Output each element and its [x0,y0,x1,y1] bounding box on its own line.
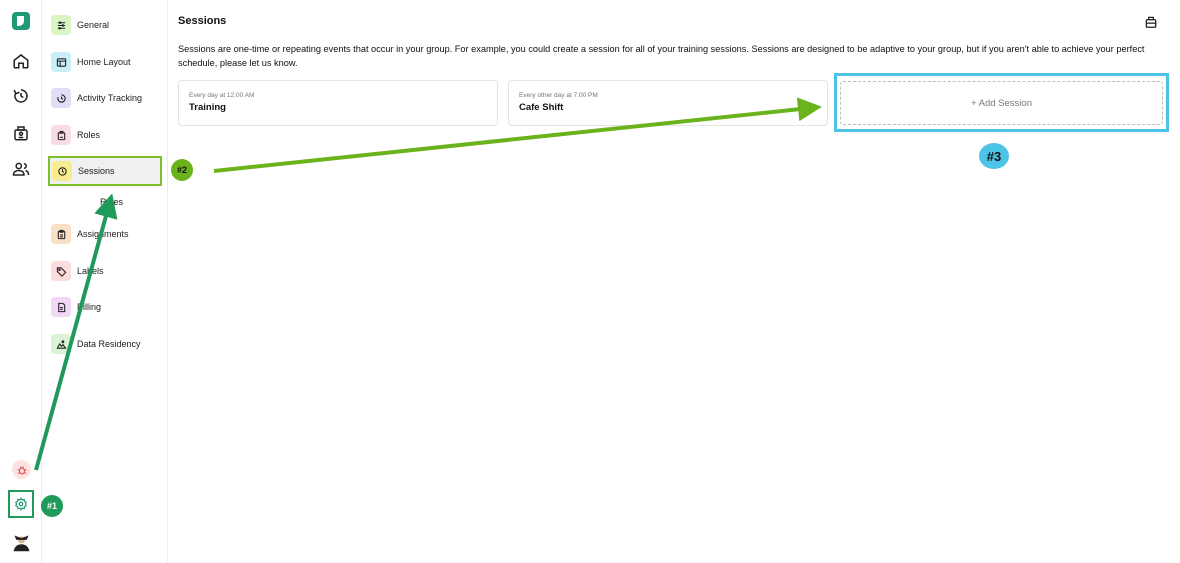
bug-icon[interactable] [12,460,31,479]
nav-subitem-roles[interactable]: Roles [100,197,123,207]
nav-item-roles[interactable]: Roles [51,121,163,149]
add-session-highlight: + Add Session [834,73,1169,132]
session-card[interactable]: Every other day at 7:00 PM Cafe Shift [508,80,828,126]
clock-icon [52,161,72,181]
nav-item-data-residency[interactable]: Data Residency [51,330,163,358]
nav-item-label: Activity Tracking [77,93,143,103]
avatar[interactable] [11,532,32,553]
nav-item-labels[interactable]: Labels [51,257,163,285]
session-schedule: Every other day at 7:00 PM [519,92,598,99]
location-icon [51,334,71,354]
members-icon[interactable] [10,158,32,180]
step-badge-3: #3 [979,143,1009,169]
nav-item-label: Sessions [78,166,115,176]
add-session-button[interactable]: + Add Session [840,81,1163,125]
session-name: Cafe Shift [519,102,564,113]
tag-icon [51,261,71,281]
page-title: Sessions [178,15,227,27]
nav-item-label: Roles [77,130,101,140]
sliders-icon [51,15,71,35]
nav-item-sessions[interactable]: Sessions [48,156,162,186]
page-description: Sessions are one-time or repeating event… [178,44,1145,68]
timer-icon [51,88,71,108]
nav-item-label: Billing [77,302,102,312]
nav-item-label: General [77,20,110,30]
settings-nav: General Home Layout Activity Tracking Ro… [42,0,168,563]
roles-icon[interactable] [10,122,32,144]
settings-button[interactable] [8,490,34,518]
roles-icon[interactable] [1144,15,1158,29]
nav-item-label: Assignments [77,229,129,239]
nav-item-home-layout[interactable]: Home Layout [51,48,163,76]
icon-rail [0,0,42,563]
nav-item-label: Labels [77,266,104,276]
nav-item-label: Home Layout [77,57,131,67]
badge-icon [51,125,71,145]
app-logo[interactable] [12,12,30,30]
nav-item-assignments[interactable]: Assignments [51,220,163,248]
step-badge-1: #1 [41,495,63,517]
home-icon[interactable] [10,50,32,72]
gear-icon [14,497,28,511]
nav-item-billing[interactable]: Billing [51,293,163,321]
session-schedule: Every day at 12:00 AM [189,92,255,99]
session-name: Training [189,102,226,113]
session-card[interactable]: Every day at 12:00 AM Training [178,80,498,126]
file-icon [51,297,71,317]
nav-item-label: Data Residency [77,339,141,349]
nav-item-activity-tracking[interactable]: Activity Tracking [51,84,163,112]
step-badge-2: #2 [171,159,193,181]
activity-icon[interactable] [10,85,32,107]
nav-item-general[interactable]: General [51,11,163,39]
clipboard-icon [51,224,71,244]
layout-icon [51,52,71,72]
